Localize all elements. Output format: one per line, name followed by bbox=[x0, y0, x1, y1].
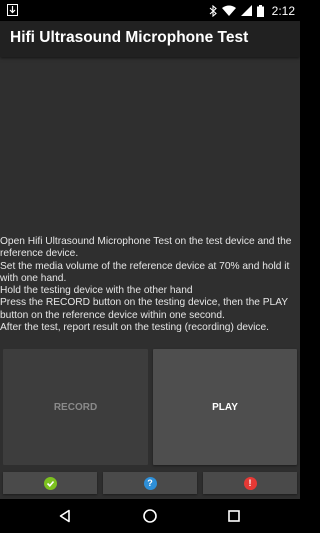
status-time: 2:12 bbox=[271, 3, 295, 18]
app-bar: Hifi Ultrasound Microphone Test bbox=[0, 21, 300, 57]
recents-icon[interactable] bbox=[224, 506, 244, 526]
wifi-icon bbox=[221, 5, 236, 16]
info-button[interactable]: ? bbox=[103, 472, 197, 494]
bluetooth-icon bbox=[209, 4, 217, 17]
screen: 2:12 Hifi Ultrasound Microphone Test Ope… bbox=[0, 0, 300, 533]
home-icon[interactable] bbox=[140, 506, 160, 526]
question-icon: ? bbox=[143, 476, 157, 490]
status-icons: 2:12 bbox=[209, 0, 295, 21]
fail-button[interactable]: ! bbox=[203, 472, 297, 494]
app-title: Hifi Ultrasound Microphone Test bbox=[10, 29, 249, 46]
status-bar: 2:12 bbox=[0, 0, 300, 21]
battery-icon bbox=[256, 4, 264, 17]
instructions-text: Open Hifi Ultrasound Microphone Test on … bbox=[0, 236, 292, 334]
check-icon bbox=[43, 476, 57, 490]
download-notification-icon bbox=[7, 4, 18, 16]
back-icon[interactable] bbox=[55, 506, 75, 526]
exclamation-icon: ! bbox=[243, 476, 257, 490]
navigation-bar bbox=[0, 499, 300, 533]
play-button[interactable]: PLAY bbox=[153, 349, 297, 465]
pass-button[interactable] bbox=[3, 472, 97, 494]
cell-signal-icon bbox=[240, 5, 252, 16]
record-button[interactable]: RECORD bbox=[3, 349, 148, 465]
